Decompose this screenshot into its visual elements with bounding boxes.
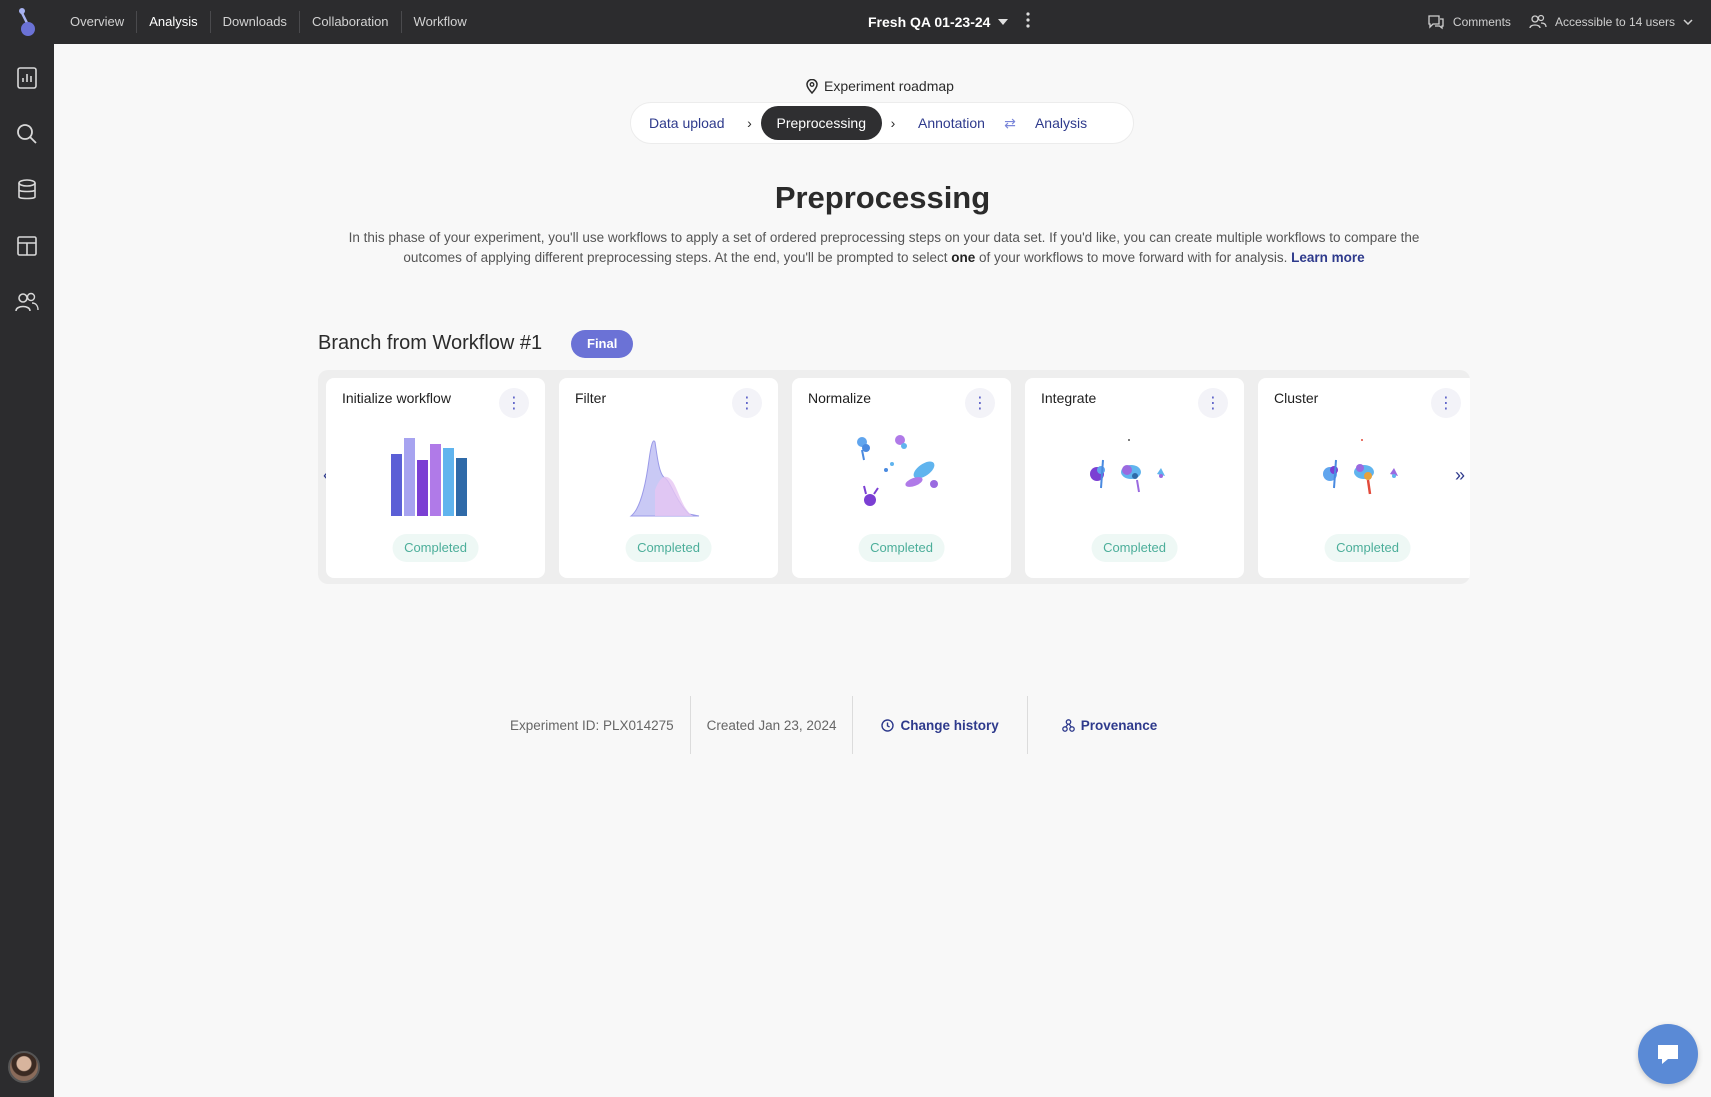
density-plot-thumbnail [629, 440, 700, 517]
provenance-icon [1061, 718, 1075, 732]
experiment-selector[interactable]: Fresh QA 01-23-24 [868, 0, 1009, 44]
chat-icon [1658, 1045, 1678, 1064]
comments-icon [1428, 15, 1444, 30]
page-description: In this phase of your experiment, you'll… [324, 228, 1444, 268]
users-icon [1529, 14, 1547, 29]
card-menu-icon[interactable]: ⋮ [732, 388, 762, 418]
workflow-step-card[interactable]: Normalize ⋮ Completed [792, 378, 1011, 578]
nav-analysis[interactable]: Analysis [137, 11, 211, 33]
nav-downloads[interactable]: Downloads [211, 11, 300, 33]
card-menu-icon[interactable]: ⋮ [1198, 388, 1228, 418]
final-badge: Final [571, 330, 634, 358]
experiment-menu-icon[interactable] [1026, 12, 1030, 33]
app-logo[interactable] [0, 0, 54, 44]
report-icon [17, 67, 37, 89]
provenance-link[interactable]: Provenance [1028, 696, 1192, 754]
sidebar-item-reports[interactable] [0, 50, 54, 106]
sidebar-item-people[interactable] [0, 274, 54, 330]
workflow-step-card[interactable]: Initialize workflow ⋮ Completed [326, 378, 545, 578]
top-bar: Overview Analysis Downloads Collaboratio… [0, 0, 1711, 44]
change-history-link[interactable]: Change history [853, 696, 1028, 754]
status-badge: Completed [392, 534, 479, 562]
chat-launcher-button[interactable] [1638, 1024, 1698, 1084]
workflow-step-card[interactable]: Filter ⋮ Completed [559, 378, 778, 578]
avatar[interactable] [8, 1051, 40, 1083]
access-button[interactable]: Accessible to 14 users [1529, 14, 1693, 30]
experiment-id-text: Experiment ID: PLX014275 [510, 717, 674, 733]
created-date-text: Created Jan 23, 2024 [706, 717, 837, 733]
branch-title: Branch from Workflow #1 [318, 332, 543, 354]
nav-workflow[interactable]: Workflow [402, 11, 479, 33]
clock-icon [881, 718, 895, 732]
roadmap-stepper: Data upload › Preprocessing › Annotation… [630, 102, 1134, 144]
experiment-id: Experiment ID: PLX014275 [494, 696, 691, 754]
nav-collaboration[interactable]: Collaboration [300, 11, 402, 33]
location-pin-icon [806, 78, 818, 94]
top-right-actions: Comments Accessible to 14 users [1427, 0, 1693, 44]
card-menu-icon[interactable]: ⋮ [1431, 388, 1461, 418]
description-text-2: of your workflows to move forward with f… [975, 250, 1292, 265]
roadmap-title: Experiment roadmap [824, 78, 954, 94]
chevron-down-icon [1683, 19, 1693, 25]
status-badge: Completed [858, 534, 945, 562]
page-title: Preprocessing [774, 180, 991, 215]
card-title: Cluster [1274, 390, 1319, 406]
search-icon [17, 124, 37, 144]
step-analysis[interactable]: Analysis [1021, 106, 1101, 140]
caret-down-icon [998, 19, 1009, 25]
comments-button[interactable]: Comments [1427, 14, 1511, 30]
status-badge: Completed [1091, 534, 1178, 562]
umap-thumbnail [857, 435, 938, 506]
status-badge: Completed [1324, 534, 1411, 562]
swap-arrows-icon: ⇄ [1004, 114, 1016, 131]
access-label: Accessible to 14 users [1554, 15, 1675, 29]
sidebar-item-layouts[interactable] [0, 218, 54, 274]
sidebar [0, 44, 54, 1097]
card-menu-icon[interactable]: ⋮ [965, 388, 995, 418]
experiment-name: Fresh QA 01-23-24 [868, 14, 991, 30]
workflow-step-card[interactable]: Integrate ⋮ Completed [1025, 378, 1244, 578]
provenance-label: Provenance [1080, 717, 1158, 733]
chevron-right-icon: › [890, 115, 896, 131]
scroll-right-icon[interactable]: » [1450, 462, 1470, 488]
workflow-step-card[interactable]: Cluster ⋮ Completed [1258, 378, 1470, 578]
layout-icon [17, 236, 37, 256]
chevron-right-icon: › [747, 115, 752, 131]
card-menu-icon[interactable]: ⋮ [499, 388, 529, 418]
step-data-upload[interactable]: Data upload [635, 106, 739, 140]
description-emphasis: one [951, 250, 976, 265]
sidebar-item-data[interactable] [0, 162, 54, 218]
cluster-umap-thumbnail [1323, 439, 1398, 495]
created-date: Created Jan 23, 2024 [691, 696, 854, 754]
step-annotation[interactable]: Annotation [904, 106, 999, 140]
workflow-card-strip: « Initialize workflow ⋮ Completed Filter… [318, 370, 1470, 584]
main-content: Experiment roadmap Data upload › Preproc… [54, 44, 1711, 1097]
card-title: Normalize [808, 390, 872, 406]
status-badge: Completed [625, 534, 712, 562]
experiment-meta: Experiment ID: PLX014275 Created Jan 23,… [494, 696, 1191, 754]
nav-overview[interactable]: Overview [58, 11, 138, 33]
comments-label: Comments [1452, 15, 1511, 29]
learn-more-link[interactable]: Learn more [1291, 250, 1365, 265]
card-title: Integrate [1041, 390, 1097, 406]
card-title: Filter [575, 390, 607, 406]
sidebar-item-search[interactable] [0, 106, 54, 162]
integrate-umap-thumbnail [1090, 439, 1165, 493]
database-icon [18, 179, 36, 200]
users-icon [15, 292, 39, 312]
bar-chart-thumbnail [391, 438, 467, 516]
step-preprocessing[interactable]: Preprocessing [760, 106, 883, 140]
change-history-label: Change history [900, 717, 999, 733]
main-nav: Overview Analysis Downloads Collaboratio… [58, 0, 479, 44]
card-title: Initialize workflow [342, 390, 451, 406]
roadmap-label: Experiment roadmap [806, 78, 954, 94]
